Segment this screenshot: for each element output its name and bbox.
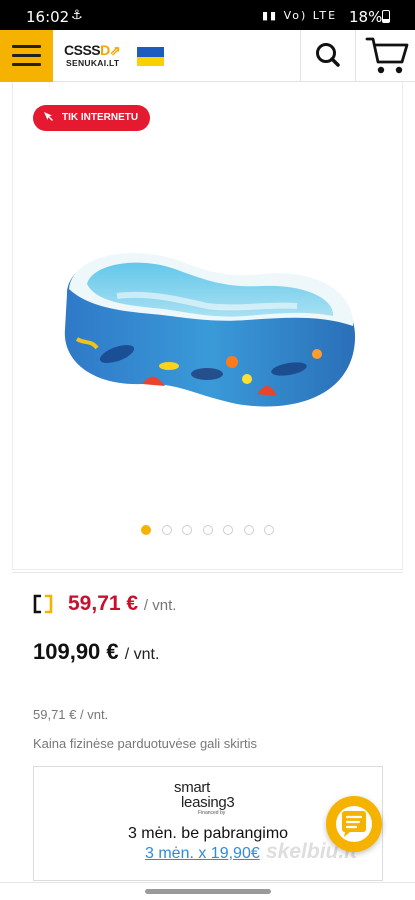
online-only-badge: TIK INTERNETU <box>33 105 151 131</box>
gallery-dot[interactable] <box>264 525 274 535</box>
status-time: 16:02 <box>26 8 70 26</box>
menu-button[interactable] <box>0 30 53 82</box>
gallery-dot[interactable] <box>161 525 172 535</box>
regular-price-unit: / vnt. <box>124 646 160 663</box>
hamburger-icon-line <box>12 54 41 57</box>
online-price-value: 59,71 € <box>68 592 139 615</box>
logo-text: SENUKAI.LT <box>66 58 120 68</box>
gallery-dot[interactable] <box>223 525 233 535</box>
smart-leasing-logo: smart leasing3 Financed by <box>174 777 249 816</box>
search-button[interactable] <box>300 30 355 82</box>
online-price: 59,71 € / vnt. <box>68 592 176 616</box>
status-icons: ▮▮ Vo) LTE <box>262 9 337 22</box>
gallery-dot[interactable] <box>141 525 151 535</box>
regular-price: 109,90 € / vnt. <box>33 639 159 665</box>
ukraine-flag-icon <box>137 47 164 66</box>
product-image[interactable] <box>57 244 357 424</box>
regular-price-value: 109,90 € <box>33 639 119 664</box>
cart-icon <box>365 37 409 74</box>
home-indicator[interactable] <box>145 889 271 894</box>
status-bar: 16:02 ⚓ ▮▮ Vo) LTE 18% <box>0 0 415 30</box>
badge-label: TIK INTERNETU <box>62 112 139 123</box>
online-price-icon <box>33 594 53 614</box>
cursor-icon <box>44 112 53 121</box>
search-icon <box>316 43 340 67</box>
product-gallery-card: TIK INTERNETU <box>12 82 403 570</box>
signal-icon: ▮▮ <box>262 9 279 22</box>
store-price-disclaimer: Kaina fizinėse parduotuvėse gali skirtis <box>33 736 258 751</box>
notification-icon: ⚓ <box>71 8 83 23</box>
senukai-logo[interactable]: CSSSD⇗ SENUKAI.LT <box>64 42 136 72</box>
online-price-unit: / vnt. <box>143 597 177 614</box>
chat-icon-background <box>336 806 372 842</box>
hamburger-icon-line <box>12 63 41 66</box>
cart-button[interactable] <box>355 30 415 82</box>
gallery-dot[interactable] <box>202 525 213 535</box>
hamburger-icon-line <box>12 45 41 48</box>
site-header: CSSSD⇗ SENUKAI.LT <box>0 30 415 82</box>
network-label: Vo) LTE <box>283 9 338 22</box>
leasing-logo-line3: Financed by <box>198 810 226 816</box>
gallery-dot[interactable] <box>243 525 254 535</box>
leasing-logo-line2: leasing3 <box>181 794 235 811</box>
battery-icon <box>382 10 390 23</box>
logo-mark: CSSSD⇗ <box>64 42 121 58</box>
unit-price-note: 59,71 € / vnt. <box>33 707 109 722</box>
battery-percent: 18% <box>349 8 383 26</box>
gallery-dot[interactable] <box>182 525 192 535</box>
chat-button[interactable] <box>326 796 382 852</box>
leasing-plan-link[interactable]: 3 mėn. x 19,90€ <box>145 845 260 863</box>
chat-icon <box>342 811 366 837</box>
section-divider <box>12 572 403 573</box>
